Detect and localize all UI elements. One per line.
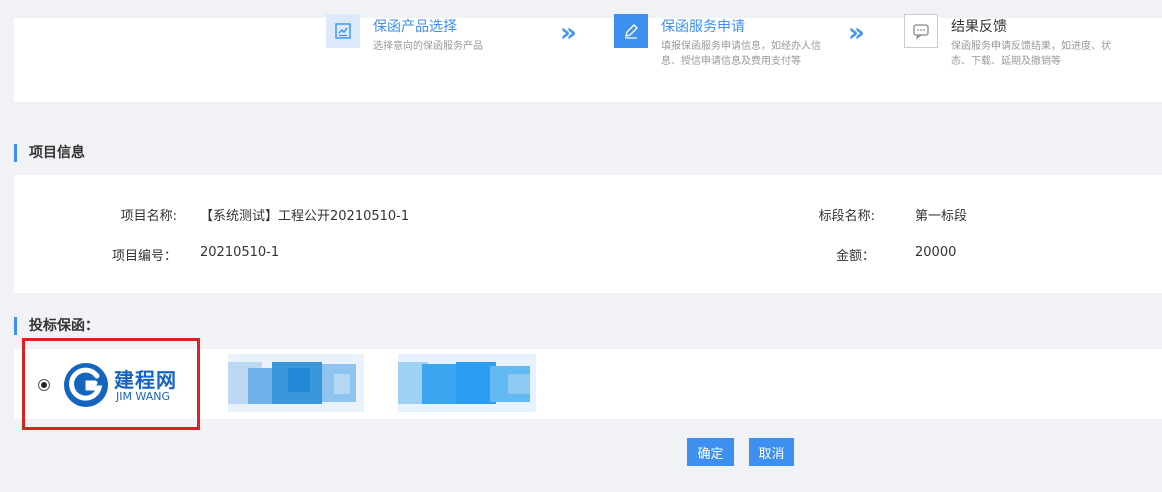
confirm-button[interactable]: 确定 [687, 438, 734, 466]
project-info-heading: 项目信息 [14, 144, 85, 162]
project-name-value: 【系统测试】工程公开20210510-1 [200, 209, 410, 224]
provider-radio-selected[interactable] [38, 379, 50, 391]
project-code-value: 20210510-1 [200, 245, 280, 260]
chart-document-icon [326, 14, 360, 48]
segment-name-label: 标段名称: [818, 209, 875, 224]
provider-logo-obscured[interactable] [228, 354, 364, 412]
step-title: 结果反馈 [951, 19, 1007, 35]
step-description: 填报保函服务申请信息，如经办人信息、授信申请信息及费用支付等 [661, 41, 821, 67]
project-info-panel: 项目名称: 【系统测试】工程公开20210510-1 标段名称: 第一标段 项目… [14, 175, 1162, 293]
message-dots-icon [904, 14, 938, 48]
chevron-double-right-icon: » [848, 18, 865, 48]
chevron-double-right-icon: » [560, 18, 577, 48]
step-title: 保函产品选择 [373, 19, 457, 35]
project-code-label: 项目编号： [111, 249, 177, 264]
cancel-button[interactable]: 取消 [749, 438, 794, 466]
pencil-edit-icon [614, 14, 648, 48]
provider-logo-jianchengwang[interactable]: 建程网 JIM WANG [62, 360, 182, 410]
provider-logo-obscured[interactable] [398, 354, 536, 412]
segment-name-value: 第一标段 [915, 209, 968, 224]
step-description: 保函服务申请反馈结果，如进度、状态、下载、延期及撤销等 [951, 41, 1111, 67]
project-name-label: 项目名称: [120, 209, 177, 224]
provider-name-cn: 建程网 [114, 368, 177, 392]
amount-label: 金额： [835, 249, 875, 264]
amount-value: 20000 [915, 245, 957, 260]
step-description: 选择意向的保函服务产品 [373, 41, 483, 52]
g-logo-icon [64, 363, 108, 407]
bid-guarantee-heading: 投标保函： [14, 317, 99, 335]
provider-name-en: JIM WANG [116, 390, 171, 403]
step-title: 保函服务申请 [661, 19, 745, 35]
